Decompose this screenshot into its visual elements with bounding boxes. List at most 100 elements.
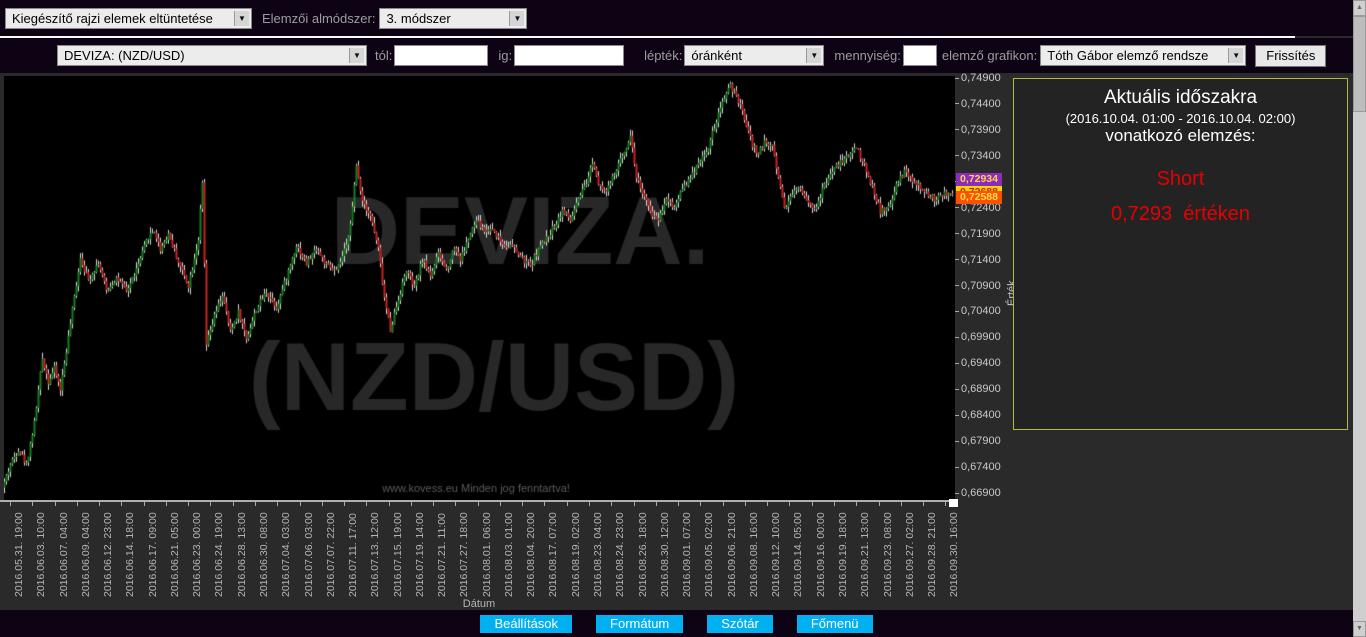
y-tick	[955, 388, 959, 390]
x-tick-label: 2016.06.24. 19:00	[213, 512, 226, 597]
x-tick	[700, 502, 702, 506]
y-tick	[955, 310, 959, 312]
x-tick-label: 2016.06.30. 08:00	[257, 512, 270, 597]
x-tick-label: 2016.06.03. 10:00	[35, 512, 48, 597]
y-tick-label: 0,74900	[961, 72, 1001, 84]
y-tick-label: 0,70400	[961, 305, 1001, 318]
x-tick-label: 2016.07.11. 17:00	[347, 513, 360, 597]
analysis-signal: Short	[1156, 168, 1205, 190]
x-tick	[10, 502, 11, 506]
x-tick	[165, 502, 167, 506]
draw-elements-select[interactable]: Kiegészítő rajzi elemek eltüntetése ▼	[5, 7, 252, 29]
x-tick	[767, 502, 769, 506]
x-tick-label: 2016.07.07. 22:00	[324, 512, 337, 597]
mainmenu-button[interactable]: Főmenü	[796, 614, 873, 633]
x-tick	[54, 502, 56, 506]
x-tick	[410, 502, 412, 506]
pair-select[interactable]: DEVIZA: (NZD/USD) ▼	[57, 45, 367, 66]
x-tick-label: 2016.07.21. 11:00	[436, 513, 449, 597]
y-tick-label: 0,69400	[961, 357, 1001, 370]
x-tick	[388, 502, 390, 506]
x-tick-label: 2016.06.28. 13:00	[235, 512, 248, 597]
x-tick	[566, 502, 568, 506]
x-tick	[32, 502, 34, 506]
scrollbar-thumb[interactable]	[1353, 16, 1366, 112]
y-tick	[955, 492, 959, 494]
submethod-label: Elemzői almódszer:	[262, 10, 376, 26]
y-tick	[955, 259, 959, 261]
x-tick-label: 2016.06.17. 09:00	[146, 512, 159, 597]
x-tick-label: 2016.09.27. 02:00	[903, 512, 916, 597]
x-tick-label: 2016.09.16. 00:00	[814, 512, 827, 597]
y-tick-label: 0,67400	[961, 461, 1001, 474]
footer-bar: Beállítások Formátum Szótár Főmenü	[0, 610, 1353, 637]
x-tick-label: 2016.08.24. 23:00	[614, 512, 627, 597]
to-input[interactable]	[514, 45, 625, 66]
quantity-input[interactable]	[902, 45, 937, 66]
x-tick-label: 2016.05.31. 19:00	[13, 512, 25, 597]
y-tick	[955, 233, 959, 235]
x-tick	[232, 502, 234, 506]
from-input[interactable]	[394, 45, 489, 66]
settings-button[interactable]: Beállítások	[480, 614, 573, 633]
toolbar-top: Kiegészítő rajzi elemek eltüntetése ▼ El…	[0, 0, 1353, 36]
x-tick-label: 2016.08.19. 02:00	[569, 512, 582, 597]
pair-select-value: DEVIZA: (NZD/USD)	[64, 48, 185, 63]
x-tick	[99, 502, 101, 506]
x-tick	[455, 502, 457, 506]
y-tick-label: 0,71400	[961, 253, 1001, 266]
x-tick	[633, 502, 635, 506]
y-tick	[955, 129, 959, 131]
y-tick-label: 0,70900	[961, 279, 1001, 292]
price-canvas	[4, 76, 955, 500]
x-tick	[945, 502, 947, 506]
x-tick-label: 2016.06.14. 18:00	[124, 512, 137, 597]
x-tick	[76, 502, 78, 506]
x-tick	[143, 502, 145, 506]
x-tick-label: 2016.07.13. 12:00	[369, 512, 382, 597]
x-tick	[210, 502, 212, 506]
scroll-down-icon[interactable]: ▼	[1353, 621, 1366, 637]
analyst-chart-label: elemző grafikon:	[941, 48, 1038, 63]
scroll-up-icon[interactable]: ▲	[1353, 0, 1366, 16]
x-tick	[321, 502, 323, 506]
x-tick-label: 2016.06.07. 04:00	[57, 512, 70, 597]
x-tick	[254, 502, 256, 506]
to-label: ig:	[498, 48, 513, 63]
y-tick-label: 0,66900	[961, 487, 1001, 499]
submethod-select[interactable]: 3. módszer ▼	[379, 7, 528, 29]
app-window: Kiegészítő rajzi elemek eltüntetése ▼ El…	[0, 0, 1366, 637]
x-tick-label: 2016.07.04. 03:00	[280, 512, 293, 597]
dictionary-button[interactable]: Szótár	[707, 614, 773, 633]
y-tick	[955, 414, 959, 416]
chevron-down-icon: ▼	[1228, 48, 1244, 63]
refresh-button[interactable]: Frissítés	[1255, 44, 1327, 67]
format-button[interactable]: Formátum	[596, 614, 684, 633]
x-tick	[856, 502, 858, 506]
analyst-chart-select[interactable]: Tóth Gábor elemző rendsze ▼	[1040, 45, 1247, 66]
analyst-chart-select-value: Tóth Gábor elemző rendsze	[1047, 48, 1209, 63]
y-tick-label: 0,74400	[961, 97, 1001, 110]
x-tick-label: 2016.08.04. 20:00	[525, 512, 538, 597]
y-tick	[955, 336, 959, 338]
x-tick	[878, 502, 880, 506]
chevron-down-icon: ▼	[806, 48, 822, 63]
x-tick	[744, 502, 746, 506]
x-axis-title: Dátum	[462, 598, 496, 610]
vertical-scrollbar[interactable]: ▲ ▼	[1353, 0, 1366, 637]
scale-select-value: óránként	[691, 48, 742, 63]
analysis-subtitle: vonatkozó elemzés:	[1105, 126, 1256, 145]
toolbar-main: DEVIZA: (NZD/USD) ▼ tól: ig: lépték: órá…	[0, 38, 1353, 73]
x-tick-label: 2016.07.19. 14:00	[413, 512, 426, 597]
price-marker: 0,72934	[956, 173, 1002, 187]
x-tick-label: 2016.08.23. 04:00	[592, 512, 605, 597]
x-tick-label: 2016.09.08. 16:00	[747, 512, 760, 597]
x-tick	[344, 502, 346, 506]
y-tick	[955, 207, 959, 209]
scale-select[interactable]: óránként ▼	[684, 45, 825, 66]
x-tick-label: 2016.08.03. 01:00	[502, 512, 515, 597]
x-tick-label: 2016.09.23. 08:00	[881, 512, 894, 597]
x-tick-label: 2016.09.05. 02:00	[703, 512, 716, 597]
draw-elements-select-value: Kiegészítő rajzi elemek eltüntetése	[12, 10, 213, 26]
x-tick-label: 2016.06.23. 00:00	[191, 512, 204, 597]
